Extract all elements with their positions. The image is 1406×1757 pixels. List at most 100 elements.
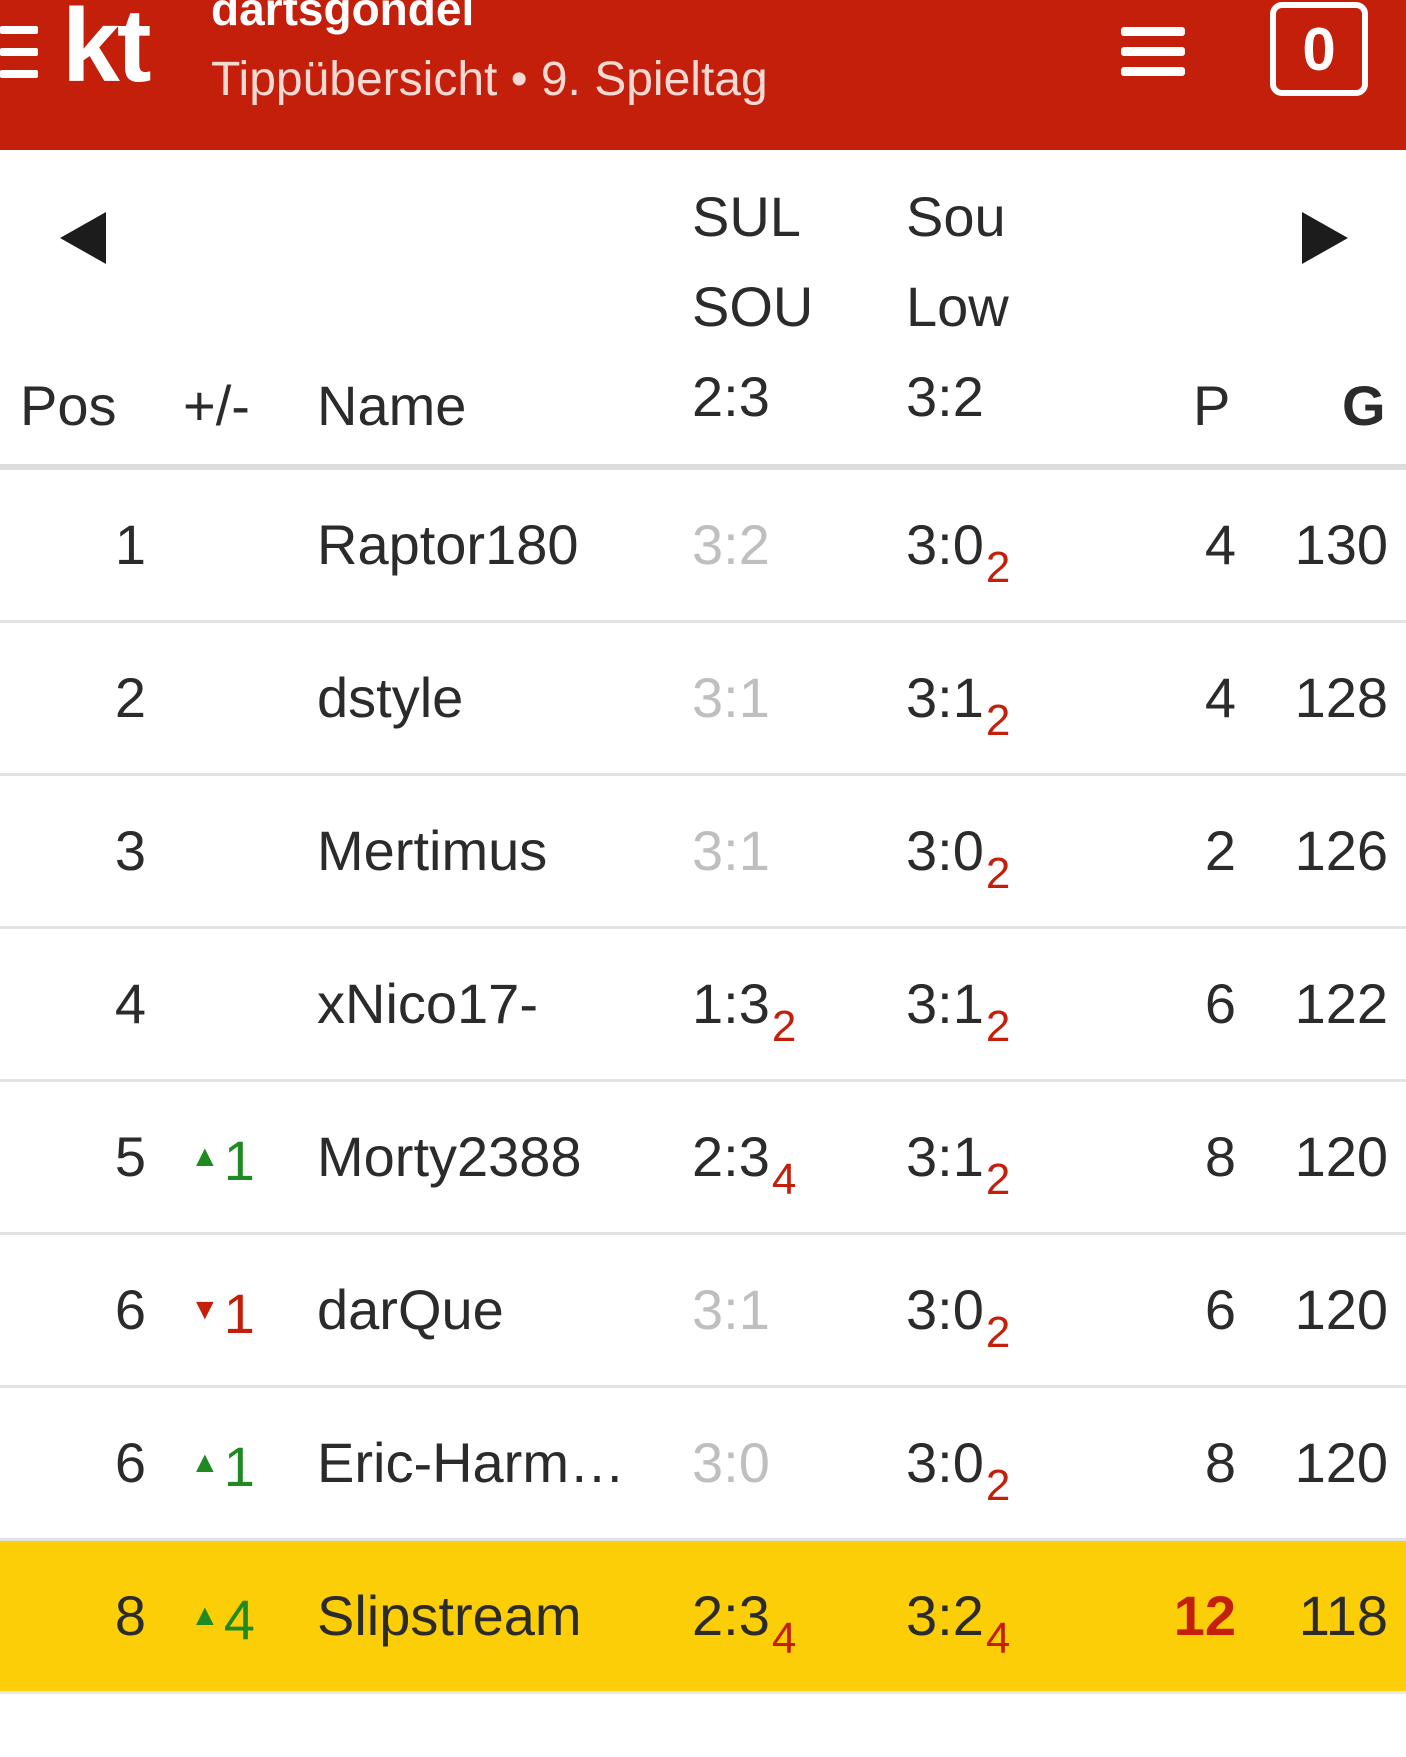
tip-score: 3:1 (692, 819, 770, 882)
column-header-trend[interactable]: +/- (183, 378, 250, 434)
tip-points: 4 (771, 1614, 797, 1663)
side-menu-icon[interactable] (0, 26, 40, 82)
tip-match-2: 3:12 (906, 623, 1010, 773)
hamburger-menu-icon[interactable] (1121, 27, 1187, 77)
player-name[interactable]: dstyle (317, 623, 647, 773)
column-header-pos[interactable]: Pos (20, 378, 117, 434)
kicktipp-logo[interactable]: kt (62, 0, 152, 98)
table-row[interactable]: 1 Raptor180 3:2 3:02 4 130 (0, 470, 1406, 623)
matchday-points: 8 (1204, 1431, 1236, 1494)
column-header-match-1[interactable]: SUL SOU 2:3 (692, 172, 813, 442)
tip-match-2: 3:24 (906, 1541, 1010, 1691)
total-points: 120 (1294, 1278, 1388, 1341)
column-header-points[interactable]: P (1193, 378, 1230, 434)
matchday-points: 6 (1204, 1278, 1236, 1341)
match-result: 2:3 (692, 365, 770, 428)
column-header-name[interactable]: Name (317, 378, 466, 434)
table-row[interactable]: 2 dstyle 3:1 3:12 4 128 (0, 623, 1406, 776)
triangle-right-icon[interactable] (1302, 212, 1348, 264)
row-trend: ▲1 (190, 1388, 270, 1538)
row-position: 5 (114, 1125, 146, 1188)
total-points: 120 (1294, 1431, 1388, 1494)
tip-match-2: 3:12 (906, 1082, 1010, 1232)
matchday-points: 6 (1204, 972, 1236, 1035)
row-position: 6 (114, 1278, 146, 1341)
tip-points: 4 (985, 1614, 1011, 1663)
table-row[interactable]: 4 xNico17- 1:32 3:12 6 122 (0, 929, 1406, 1082)
total-points: 118 (1298, 1584, 1388, 1647)
trend-value: 1 (223, 1129, 255, 1192)
tip-score: 3:1 (692, 1278, 770, 1341)
row-trend (190, 929, 270, 1079)
matchday-points: 8 (1204, 1125, 1236, 1188)
tip-points: 2 (985, 1002, 1011, 1051)
row-position: 3 (114, 819, 146, 882)
row-trend: ▲1 (190, 1082, 270, 1232)
total-points: 120 (1294, 1125, 1388, 1188)
matchday-points: 4 (1204, 666, 1236, 729)
table-row[interactable]: 6 ▼1 darQue 3:1 3:02 6 120 (0, 1235, 1406, 1388)
tip-score: 3:0 (692, 1431, 770, 1494)
page-subtitle: Tippübersicht • 9. Spieltag (211, 53, 768, 106)
total-points: 122 (1294, 972, 1388, 1035)
match-home-team: SUL (692, 185, 801, 248)
tip-score: 3:0 (906, 819, 984, 882)
matchday-points: 12 (1173, 1584, 1236, 1647)
tip-points: 2 (985, 1155, 1011, 1204)
total-points: 128 (1294, 666, 1388, 729)
matchday-points: 2 (1204, 819, 1236, 882)
tip-score: 3:2 (906, 1584, 984, 1647)
tip-match-1: 3:1 (692, 776, 770, 926)
table-row[interactable]: 8 ▲4 Slipstream 2:34 3:24 12 118 (0, 1541, 1406, 1694)
tip-points: 2 (985, 696, 1011, 745)
match-result: 3:2 (906, 365, 984, 428)
trend-value: 4 (223, 1588, 255, 1651)
tip-match-2: 3:12 (906, 929, 1010, 1079)
triangle-down-icon: ▼ (190, 1293, 220, 1326)
tip-match-2: 3:02 (906, 776, 1010, 926)
player-name[interactable]: Mertimus (317, 776, 647, 926)
tip-match-1: 3:1 (692, 1235, 770, 1385)
match-away-team: Low (906, 275, 1009, 338)
total-points: 126 (1294, 819, 1388, 882)
row-position: 1 (114, 513, 146, 576)
player-name[interactable]: Morty2388 (317, 1082, 647, 1232)
column-header-total[interactable]: G (1342, 378, 1386, 434)
tip-match-1: 2:34 (692, 1541, 796, 1691)
table-row[interactable]: 3 Mertimus 3:1 3:02 2 126 (0, 776, 1406, 929)
player-name[interactable]: Eric-Harm… (317, 1388, 647, 1538)
tip-score: 2:3 (692, 1584, 770, 1647)
tip-points: 2 (985, 543, 1011, 592)
player-name[interactable]: Raptor180 (317, 470, 647, 620)
row-trend (190, 776, 270, 926)
row-position: 8 (114, 1584, 146, 1647)
player-name[interactable]: Slipstream (317, 1541, 647, 1691)
tip-score: 2:3 (692, 1125, 770, 1188)
triangle-left-icon[interactable] (60, 212, 106, 264)
trend-value: 1 (223, 1435, 255, 1498)
player-name[interactable]: darQue (317, 1235, 647, 1385)
ranking-table: 1 Raptor180 3:2 3:02 4 130 2 dstyle 3:1 3:12 4 128 3… (0, 470, 1406, 1694)
row-trend: ▼1 (190, 1235, 270, 1385)
app-header: kt dartsgondel Tippübersicht • 9. Spielt… (0, 0, 1406, 150)
tip-points: 2 (985, 1461, 1011, 1510)
row-position: 6 (114, 1431, 146, 1494)
player-name[interactable]: xNico17- (317, 929, 647, 1079)
tip-score: 1:3 (692, 972, 770, 1035)
tip-match-1: 2:34 (692, 1082, 796, 1232)
tip-score: 3:1 (692, 666, 770, 729)
tip-score: 3:0 (906, 1278, 984, 1341)
matchday-points: 4 (1204, 513, 1236, 576)
notification-counter[interactable]: 0 (1270, 2, 1368, 96)
tip-match-2: 3:02 (906, 1388, 1010, 1538)
tip-score: 3:0 (906, 1431, 984, 1494)
group-title: dartsgondel (211, 0, 475, 35)
triangle-up-icon: ▲ (190, 1140, 220, 1173)
table-row[interactable]: 5 ▲1 Morty2388 2:34 3:12 8 120 (0, 1082, 1406, 1235)
trend-value: 1 (223, 1282, 255, 1345)
row-trend: ▲4 (190, 1541, 270, 1691)
row-position: 2 (114, 666, 146, 729)
tip-score: 3:0 (906, 513, 984, 576)
table-row[interactable]: 6 ▲1 Eric-Harm… 3:0 3:02 8 120 (0, 1388, 1406, 1541)
column-header-match-2[interactable]: Sou Low 3:2 (906, 172, 1009, 442)
